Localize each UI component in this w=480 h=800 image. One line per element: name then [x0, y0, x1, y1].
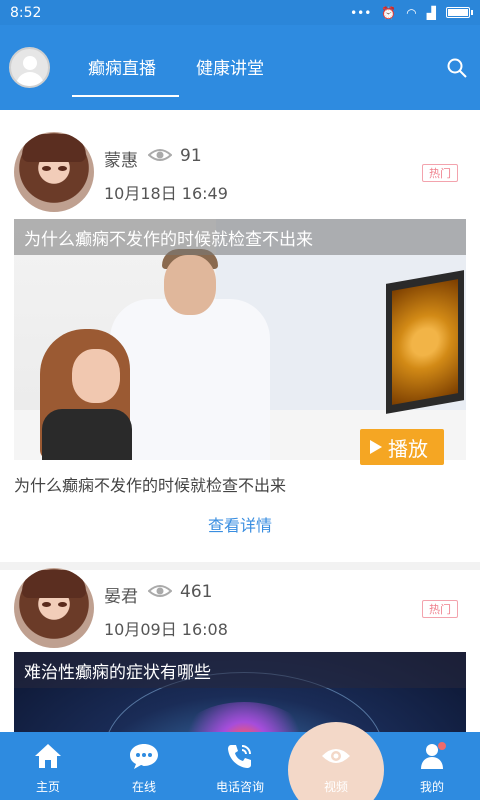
eye-icon [322, 749, 350, 763]
nav-mine[interactable]: 我的 [384, 732, 480, 800]
phone-icon [228, 745, 251, 768]
post-date: 10月09日 16:08 [104, 620, 228, 639]
top-header: 癫痫直播 健康讲堂 [0, 25, 480, 110]
nav-mine-label: 我的 [419, 780, 444, 794]
chat-icon [130, 744, 158, 769]
battery-icon [446, 7, 473, 18]
hot-badge: 热门 [422, 600, 458, 618]
video-title-overlay: 难治性癫痫的症状有哪些 [14, 652, 466, 688]
user-avatar[interactable] [9, 47, 50, 88]
video-thumbnail[interactable] [14, 219, 466, 460]
views-eye-icon [148, 149, 172, 161]
nav-phone-label: 电话咨询 [215, 780, 264, 794]
author-avatar[interactable] [14, 568, 94, 648]
status-time: 8:52 [10, 4, 42, 21]
author-name: 蒙惠 [104, 151, 138, 171]
nav-phone-consult[interactable]: 电话咨询 [190, 732, 290, 800]
post-caption: 为什么癫痫不发作的时候就检查不出来 [14, 476, 287, 495]
wifi-icon: ◠ [406, 5, 417, 20]
bottom-nav: 主页 在线 电话咨询 视频 我的 [0, 722, 480, 800]
view-count: 91 [180, 146, 202, 166]
card-divider [0, 562, 480, 570]
status-icons: ••• ⏰ ◠ ▟ [350, 5, 473, 20]
nav-home[interactable]: 主页 [0, 732, 96, 800]
home-icon [35, 744, 61, 768]
alarm-icon: ⏰ [381, 5, 397, 20]
post-date: 10月18日 16:49 [104, 184, 228, 203]
notification-dot [438, 742, 446, 750]
dots-icon: ••• [350, 5, 372, 20]
play-button[interactable]: 播放 [360, 429, 444, 465]
nav-video-label: 视频 [323, 780, 348, 794]
nav-home-label: 主页 [35, 780, 60, 794]
tab-health-lecture[interactable]: 健康讲堂 [196, 54, 264, 79]
play-icon [370, 440, 382, 454]
view-count: 461 [180, 582, 213, 602]
active-tab-indicator [72, 95, 179, 97]
play-label: 播放 [388, 436, 428, 461]
hot-badge: 热门 [422, 164, 458, 182]
video-title-overlay: 为什么癫痫不发作的时候就检查不出来 [14, 219, 466, 255]
nav-video[interactable]: 视频 [288, 732, 384, 800]
status-bar: 8:52 ••• ⏰ ◠ ▟ [0, 0, 480, 25]
video-feed[interactable]: 蒙惠 91 10月18日 16:49 热门 为什么癫痫不发作的时候就检查不出来 … [0, 110, 480, 732]
nav-online[interactable]: 在线 [96, 732, 192, 800]
tab-live[interactable]: 癫痫直播 [88, 54, 156, 79]
author-name: 晏君 [104, 587, 138, 607]
nav-online-label: 在线 [131, 780, 156, 794]
signal-icon: ▟ [426, 5, 436, 20]
view-details-link[interactable]: 查看详情 [0, 512, 480, 536]
author-avatar[interactable] [14, 132, 94, 212]
views-eye-icon [148, 585, 172, 597]
search-icon[interactable] [447, 58, 467, 78]
